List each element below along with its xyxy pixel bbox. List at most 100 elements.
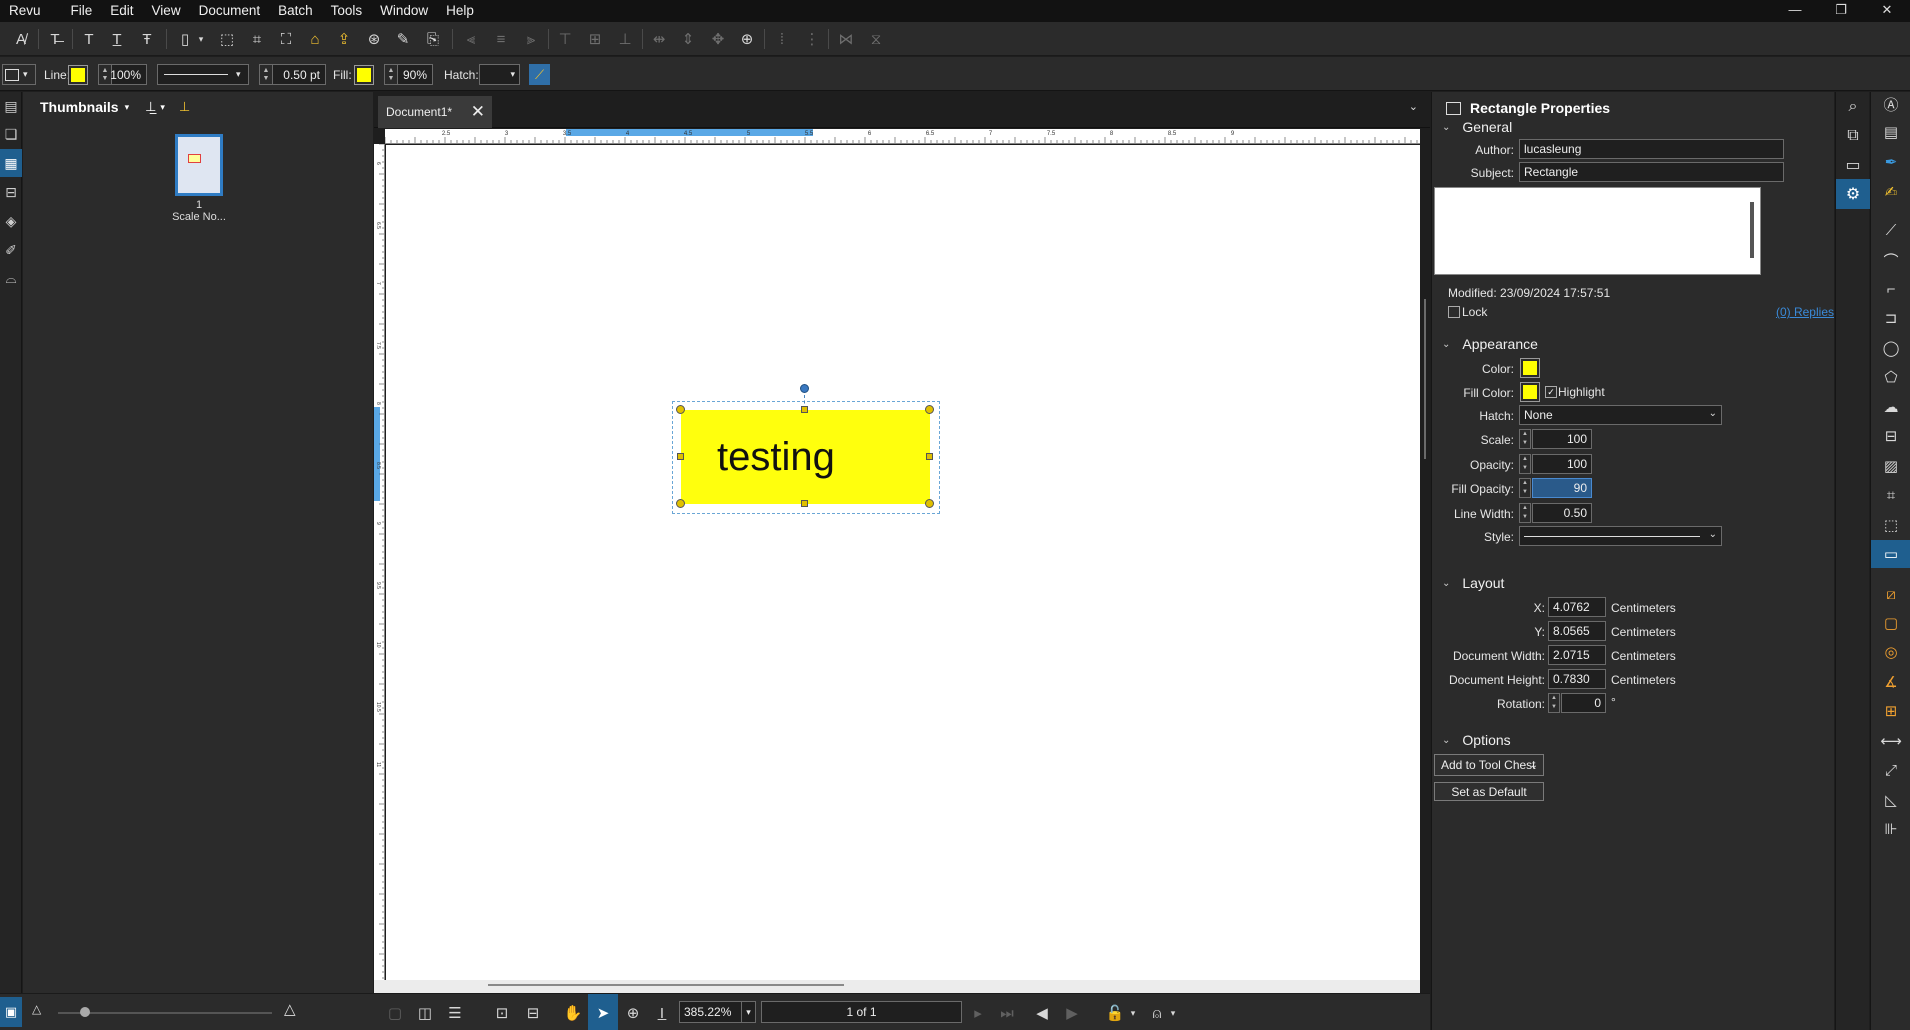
properties-gear-icon[interactable]: ⚙: [1836, 179, 1870, 209]
fill-opacity-field[interactable]: 90: [1532, 478, 1592, 498]
menu-document[interactable]: Document: [190, 0, 270, 22]
fit-page-icon[interactable]: ⊡: [491, 1002, 513, 1024]
flip-icon[interactable]: ⋈: [835, 28, 857, 50]
zoom-field[interactable]: 385.22% ▾: [679, 1001, 756, 1023]
file-access-icon[interactable]: ▤: [0, 92, 22, 120]
resize-handle-bottom-right[interactable]: [925, 499, 934, 508]
zoom-icon[interactable]: ⊕: [622, 1002, 644, 1024]
chevron-down-icon[interactable]: ▾: [194, 28, 208, 50]
measure-ellipse-icon[interactable]: ◎: [1871, 638, 1910, 666]
replies-link[interactable]: (0) Replies: [1776, 305, 1834, 319]
back-icon[interactable]: ◀: [1031, 1002, 1053, 1024]
lock-icon[interactable]: 🔓: [1104, 1002, 1126, 1024]
align-top-icon[interactable]: ⊤: [554, 28, 576, 50]
measure-area-icon[interactable]: ▢: [1871, 609, 1910, 637]
tab-document1[interactable]: Document1* ✕: [378, 96, 492, 128]
scale-stepper[interactable]: ▲ ▼: [1519, 429, 1531, 449]
last-page-icon[interactable]: ⏭: [996, 1002, 1018, 1024]
polyline-tool-icon[interactable]: ⌐: [1871, 275, 1910, 303]
thumbnails-title[interactable]: Thumbnails: [40, 99, 119, 115]
page-icon[interactable]: ▯: [174, 28, 196, 50]
scale-field[interactable]: 100: [1532, 429, 1592, 449]
tags-icon[interactable]: ⌓: [0, 264, 22, 292]
opacity-field[interactable]: 100: [1532, 454, 1592, 474]
comment-textarea[interactable]: [1434, 187, 1761, 275]
line-width-field[interactable]: 0.50: [1532, 503, 1592, 523]
pen-icon[interactable]: ✒: [1871, 148, 1910, 176]
x-field[interactable]: 4.0762: [1548, 597, 1606, 617]
layout-section-header[interactable]: ⌄ Layout: [1442, 575, 1504, 591]
lock-checkbox[interactable]: [1448, 306, 1460, 318]
measure-volume-icon[interactable]: ⊪: [1871, 815, 1910, 843]
chevron-down-icon[interactable]: ▾: [125, 102, 130, 113]
opacity-stepper[interactable]: ▲ ▼: [1519, 454, 1531, 474]
fill-opacity-field[interactable]: 90%: [397, 64, 433, 85]
image-tool-icon[interactable]: ▨: [1871, 452, 1910, 480]
arc-tool-icon[interactable]: ⌒: [1871, 246, 1910, 274]
resize-handle-bottom-left[interactable]: [676, 499, 685, 508]
overlay-icon[interactable]: ⊛: [363, 28, 385, 50]
callout-tool-icon[interactable]: ⊐: [1871, 304, 1910, 332]
restore-button[interactable]: ❐: [1818, 0, 1864, 22]
forward-icon[interactable]: ▶: [1061, 1002, 1083, 1024]
rotation-field[interactable]: 0: [1561, 693, 1606, 713]
vertical-scrollbar[interactable]: [1420, 129, 1430, 980]
menu-help[interactable]: Help: [437, 0, 483, 22]
menu-file[interactable]: File: [62, 0, 102, 22]
mirror-icon[interactable]: ⧖: [865, 28, 887, 50]
format-painter-icon[interactable]: ⟋: [529, 64, 550, 85]
align-right-icon[interactable]: ⫸: [520, 28, 542, 50]
chevron-down-icon[interactable]: ▾: [1166, 1002, 1180, 1024]
resize-handle-right[interactable]: [926, 453, 933, 460]
general-section-header[interactable]: ⌄ General: [1442, 119, 1512, 135]
crop-select-icon[interactable]: ⬚: [216, 28, 238, 50]
markups-icon[interactable]: ✐: [0, 236, 22, 264]
hatch-dropdown[interactable]: ▾: [479, 64, 520, 85]
measurements-icon[interactable]: ▭: [1836, 150, 1870, 180]
comment-scrollbar[interactable]: [1750, 202, 1754, 258]
hatch-dropdown[interactable]: None ⌄: [1519, 405, 1722, 425]
resize-handle-left[interactable]: [677, 453, 684, 460]
select-icon[interactable]: ⛶: [275, 28, 297, 50]
strikethrough-text-icon[interactable]: Ŧ: [136, 28, 158, 50]
text-icon[interactable]: T: [78, 28, 100, 50]
line-width-stepper[interactable]: ▲ ▼: [259, 64, 273, 85]
author-field[interactable]: lucasleung: [1519, 139, 1784, 159]
eraser-icon[interactable]: ✎: [392, 28, 414, 50]
add-to-tool-chest-button[interactable]: Add to Tool Chest ⌄: [1434, 754, 1544, 776]
tab-list-chevron-icon[interactable]: ⌄: [1409, 100, 1418, 113]
paste-icon[interactable]: ⎘: [422, 28, 444, 50]
thumbnail-size-slider[interactable]: [58, 1012, 272, 1014]
y-field[interactable]: 8.0565: [1548, 621, 1606, 641]
options-section-header[interactable]: ⌄ Options: [1442, 732, 1511, 748]
height-field[interactable]: 0.7830: [1548, 669, 1606, 689]
group-icon[interactable]: ⁞: [771, 28, 793, 50]
subject-field[interactable]: Rectangle: [1519, 162, 1784, 182]
fill-opacity-stepper[interactable]: ▲ ▼: [384, 64, 398, 85]
layers-icon[interactable]: ◈: [0, 207, 22, 235]
flatten-icon[interactable]: ⇪: [333, 28, 355, 50]
resize-handle-top-left[interactable]: [676, 405, 685, 414]
color-swatch[interactable]: [1520, 358, 1540, 378]
line-width-stepper[interactable]: ▲ ▼: [1519, 503, 1531, 523]
small-thumbnail-icon[interactable]: △: [32, 1002, 41, 1016]
resize-handle-bottom[interactable]: [801, 500, 808, 507]
resize-handle-top-right[interactable]: [925, 405, 934, 414]
bookmarks-icon[interactable]: ❏: [0, 120, 22, 148]
spellcheck-icon[interactable]: A͏̸: [10, 28, 32, 50]
line-tool-icon[interactable]: ⟋: [1871, 216, 1910, 244]
fill-color-swatch[interactable]: [354, 64, 374, 85]
thumbnails-icon[interactable]: ▦: [0, 149, 22, 177]
rotation-handle[interactable]: [800, 384, 809, 393]
measure-radius-icon[interactable]: ◺: [1871, 786, 1910, 814]
pan-hand-icon[interactable]: ✋: [562, 1002, 584, 1024]
rotation-stepper[interactable]: ▲ ▼: [1548, 693, 1560, 713]
snapshot-tool-icon[interactable]: ⌗: [1871, 481, 1910, 509]
highlighter-icon[interactable]: ✍: [1871, 178, 1910, 206]
typewriter-icon[interactable]: Ⓐ: [1871, 90, 1910, 118]
fit-width-icon[interactable]: ⊟: [522, 1002, 544, 1024]
align-middle-icon[interactable]: ⊞: [584, 28, 606, 50]
panel-toggle-icon[interactable]: ▣: [0, 997, 22, 1027]
vertical-scrollbar-thumb[interactable]: [1424, 299, 1426, 459]
chevron-down-icon[interactable]: ▾: [741, 1002, 755, 1022]
